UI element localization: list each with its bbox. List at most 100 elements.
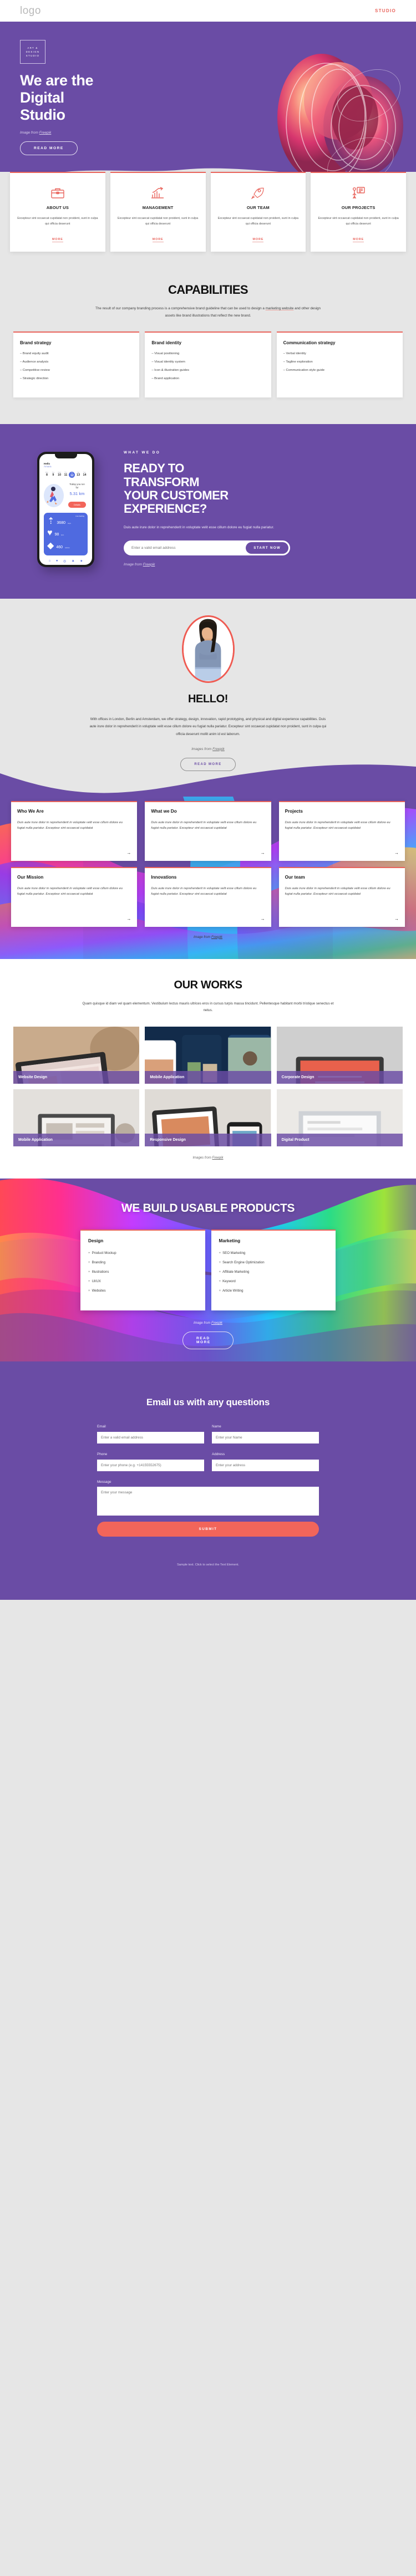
arrow-right-icon[interactable]: → [394, 850, 399, 855]
feature-card[interactable]: OUR TEAM Excepteur sint occaecat cupidat… [210, 172, 306, 252]
feature-more-link[interactable]: MORE [252, 238, 264, 242]
phone-bottom-nav[interactable]: ⌂ ● ◎ ▲ ✷ [44, 555, 88, 563]
hero-credit-link[interactable]: Freepik [39, 131, 52, 135]
service-item[interactable]: + Keyword [219, 1279, 328, 1283]
info-card-title: Innovations [151, 874, 177, 880]
capabilities-intro: The result of our company branding proce… [94, 305, 322, 319]
phone-field[interactable] [97, 1459, 204, 1471]
capability-item: – Strategic direction [20, 377, 49, 381]
info-card[interactable]: Innovations Duis aute irure dolor in rep… [145, 866, 271, 927]
timer-icon[interactable]: ◎ [63, 559, 66, 563]
feature-card-body: Excepteur sint occaecat cupidatat non pr… [117, 217, 199, 226]
service-item[interactable]: + Product Mockup [88, 1251, 197, 1255]
arrow-right-icon[interactable]: → [126, 850, 131, 855]
service-item[interactable]: + Article Writing [219, 1289, 328, 1293]
site-logo[interactable]: logo [20, 5, 41, 17]
name-field[interactable] [212, 1431, 319, 1443]
work-tile[interactable]: Responsive Design [145, 1089, 271, 1146]
name-label: Name [212, 1424, 221, 1429]
service-item[interactable]: + Branding [88, 1261, 197, 1264]
hero-read-more-button[interactable]: READ MORE [20, 141, 78, 156]
works-credit-link[interactable]: Freepik [212, 1156, 224, 1160]
service-item[interactable]: + Search Engine Optimization [219, 1261, 328, 1264]
phone-day[interactable]: Sun 14 [82, 472, 88, 478]
transform-image-credit: Image from Freepik [124, 563, 396, 567]
service-item-label: Article Writing [222, 1288, 243, 1293]
phone-stat-row: ◆ 460 calories [47, 540, 84, 551]
info-card[interactable]: Projects Duis aute irure dolor in repreh… [278, 800, 405, 861]
service-item[interactable]: + Affiliate Marketing [219, 1270, 328, 1274]
service-item[interactable]: + Illustrations [88, 1270, 197, 1274]
feature-card[interactable]: OUR PROJECTS Excepteur sint occaecat cup… [311, 172, 406, 252]
service-item[interactable]: + Websites [88, 1289, 197, 1293]
bell-icon[interactable]: ▲ [72, 559, 75, 563]
info-card[interactable]: Our Mission Duis aute irure dolor in rep… [11, 866, 138, 927]
info-card[interactable]: What we Do Duis aute irure dolor in repr… [145, 800, 271, 861]
capability-item: – Icon & illustration guides [151, 369, 189, 373]
capability-card-title: Brand identity [151, 340, 182, 346]
feature-card-title: OUR TEAM [246, 205, 270, 210]
phone-day[interactable]: Thu 11 [63, 472, 69, 478]
info-card-title: Our Mission [17, 874, 44, 880]
capabilities-cards: Brand strategy – Brand equity audit – Au… [13, 331, 403, 398]
feature-card[interactable]: ABOUT US Excepteur sint occaecat cupidat… [10, 172, 105, 252]
feature-card[interactable]: MANAGEMENT Excepteur sint occaecat cupid… [110, 172, 206, 252]
usable-credit-link[interactable]: Freepik [211, 1322, 222, 1325]
feature-more-link[interactable]: MORE [52, 238, 63, 242]
profile-icon[interactable]: ● [56, 559, 58, 563]
work-tile[interactable]: Digital Product [276, 1089, 403, 1146]
message-field[interactable] [97, 1486, 319, 1516]
work-tile[interactable]: Mobile Application [13, 1089, 140, 1146]
avatar [181, 615, 235, 683]
arrow-right-icon[interactable]: → [261, 916, 265, 921]
steps-icon: ⇡ [47, 516, 55, 526]
hello-title: HELLO! [187, 692, 229, 705]
address-field[interactable] [212, 1459, 319, 1471]
usable-products-title: WE BUILD USABLE PRODUCTS [121, 1201, 295, 1215]
arrow-right-icon[interactable]: → [394, 916, 399, 921]
work-tile[interactable]: Website Design [13, 1026, 140, 1084]
info-card[interactable]: Who We Are Duis aute irure dolor in repr… [11, 800, 138, 861]
contact-form-row: Email Name [97, 1425, 319, 1443]
email-signup-input[interactable] [131, 545, 246, 550]
capability-item: – Audience analysis [20, 360, 49, 364]
feature-more-link[interactable]: MORE [353, 238, 364, 242]
phone-day[interactable]: Mon 8 [44, 472, 50, 478]
growth-chart-icon [116, 185, 200, 200]
phone-details-button[interactable]: Details [68, 501, 86, 508]
start-now-button[interactable]: START NOW [246, 542, 288, 554]
capability-card-title: Brand strategy [20, 340, 52, 346]
name-field-group: Name [212, 1425, 319, 1443]
studio-nav-link[interactable]: STUDIO [375, 8, 396, 13]
phone-day-selector[interactable]: Mon 8 Tue 9 Wed 10 Thu 11 Fri 12 Sat 13 Sun 14 [44, 472, 88, 478]
info-card-body: Duis aute irure dolor in reprehenderit i… [285, 820, 390, 830]
email-field[interactable] [97, 1431, 204, 1443]
arrow-right-icon[interactable]: → [261, 850, 265, 855]
usable-read-more-button[interactable]: READ MORE [182, 1331, 234, 1349]
feature-more-link[interactable]: MORE [152, 238, 164, 242]
phone-run-label-2: for [75, 486, 79, 489]
settings-icon[interactable]: ✷ [80, 559, 83, 563]
phone-day[interactable]: Wed 10 [57, 472, 63, 478]
phone-day[interactable]: Tue 9 [50, 472, 56, 478]
phone-day-number: 12 [70, 474, 74, 478]
service-item-label: Branding [92, 1260, 105, 1264]
info-card-body: Duis aute irure dolor in reprehenderit i… [17, 886, 123, 896]
phone-day[interactable]: Sat 13 [75, 472, 82, 478]
submit-button[interactable]: SUBMIT [97, 1521, 319, 1537]
service-item[interactable]: + UI/UX [88, 1279, 197, 1283]
home-icon[interactable]: ⌂ [49, 559, 51, 563]
info-card[interactable]: Our team Duis aute irure dolor in repreh… [278, 866, 405, 927]
transform-credit-link[interactable]: Freepik [143, 563, 155, 567]
arrow-right-icon[interactable]: → [126, 916, 131, 921]
service-item[interactable]: + SEO Marketing [219, 1251, 328, 1255]
hello-credit-link[interactable]: Freepik [212, 747, 225, 751]
phone-day-selected[interactable]: Fri 12 [69, 472, 75, 478]
info-card-title: Our team [285, 874, 305, 880]
grid-credit-link[interactable]: Freepik [211, 936, 222, 939]
work-tile[interactable]: Mobile Application [145, 1026, 271, 1084]
marketing-website-link[interactable]: marketing website [266, 307, 294, 310]
badge-line-1: ART & [27, 46, 38, 49]
work-tile[interactable]: Corporate Design [276, 1026, 403, 1084]
footer-sample-text[interactable]: Sample text. Click to select the Text El… [20, 1563, 396, 1567]
